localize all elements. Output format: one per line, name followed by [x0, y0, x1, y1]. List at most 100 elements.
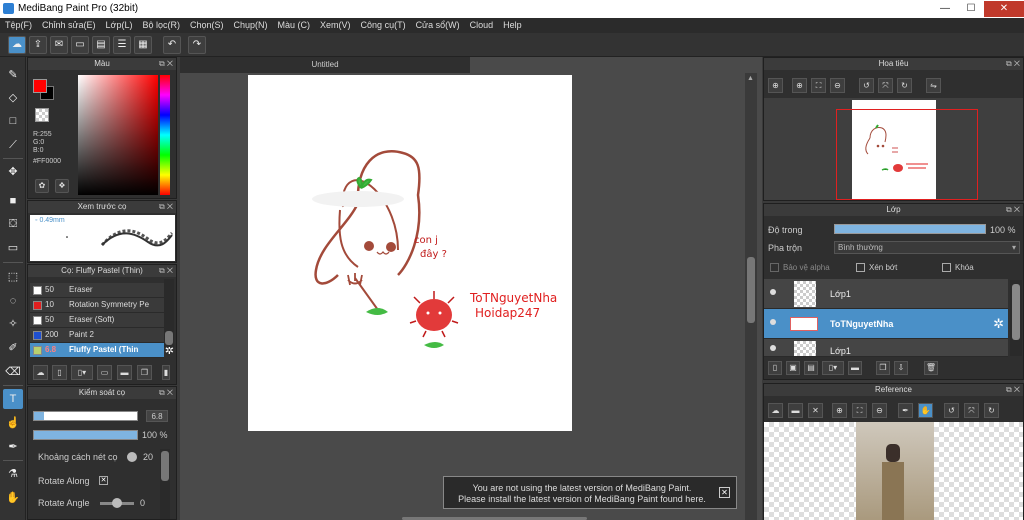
rectangle-tool-icon[interactable]: □	[3, 111, 23, 131]
rotate-angle-knob[interactable]	[112, 498, 122, 508]
fit-icon[interactable]: ⛶	[811, 78, 826, 93]
select-pen-tool-icon[interactable]: ✐	[3, 338, 23, 358]
delete-layer-icon[interactable]: 🗑	[924, 361, 938, 375]
hue-slider[interactable]	[160, 75, 170, 195]
protect-alpha-checkbox[interactable]	[770, 263, 779, 272]
bucket-tool-icon[interactable]: ⛋	[3, 214, 23, 234]
eye-icon[interactable]	[770, 319, 776, 325]
close-window-button[interactable]: ✕	[984, 1, 1024, 17]
color-wheel-icon[interactable]: ✿	[35, 179, 49, 193]
zoom-out-icon[interactable]: ⊖	[830, 78, 845, 93]
transparent-color-swatch[interactable]	[35, 108, 49, 122]
chat-icon[interactable]: ▭	[71, 36, 89, 54]
gear-icon[interactable]: ✲	[993, 316, 1004, 332]
panel-close-icon[interactable]: ⧉ ✕	[1006, 58, 1020, 70]
grid-icon[interactable]: ▦	[134, 36, 152, 54]
brush-cloud-icon[interactable]: ☁	[33, 365, 48, 380]
menu-tools[interactable]: Công cụ(T)	[356, 18, 411, 33]
scroll-up-icon[interactable]: ▲	[747, 75, 754, 82]
zoom-in-icon[interactable]: ⊕	[792, 78, 807, 93]
menu-select[interactable]: Chọn(S)	[185, 18, 229, 33]
reference-view[interactable]	[764, 422, 1023, 520]
copy-icon[interactable]: ❐	[137, 365, 152, 380]
merge-layer-icon[interactable]: ⇩	[894, 361, 908, 375]
zoom-out-icon[interactable]: ⊖	[872, 403, 887, 418]
panel-close-icon[interactable]: ⧉ ✕	[1006, 384, 1020, 396]
fit-icon[interactable]: ⛶	[852, 403, 867, 418]
close-icon[interactable]: ✕	[808, 403, 823, 418]
rotate-right-icon[interactable]: ↻	[984, 403, 999, 418]
hand-icon[interactable]: ✋	[918, 403, 933, 418]
layer-item[interactable]: Lớp1	[764, 339, 1008, 357]
magic-wand-tool-icon[interactable]: ✧	[3, 314, 23, 334]
minimize-button[interactable]: —	[932, 1, 958, 17]
reset-rotation-icon[interactable]: ⤧	[964, 403, 979, 418]
eraser-tool-icon[interactable]: ◇	[3, 88, 23, 108]
document-icon[interactable]: ▤	[92, 36, 110, 54]
add-layer-dropdown-icon[interactable]: ▯▾	[822, 361, 844, 375]
flip-icon[interactable]: ⇋	[926, 78, 941, 93]
menu-file[interactable]: Tệp(F)	[0, 18, 37, 33]
brush-size-slider[interactable]	[33, 411, 138, 421]
undo-icon[interactable]: ↶	[163, 36, 181, 54]
fill-shape-tool-icon[interactable]: ■	[3, 191, 23, 211]
canvas-vertical-scrollbar[interactable]: ▲	[745, 73, 757, 520]
blend-mode-select[interactable]: Bình thường ▾	[834, 241, 1020, 254]
new-1bit-layer-icon[interactable]: ▤	[804, 361, 818, 375]
brush-item[interactable]: 10 Rotation Symmetry Pe	[30, 298, 164, 313]
scrollbar-thumb[interactable]	[161, 451, 169, 481]
folder-icon[interactable]: ▬	[848, 361, 862, 375]
brush-item-selected[interactable]: 6.8 Fluffy Pastel (Thin ✲	[30, 343, 174, 358]
eyedropper-icon[interactable]: ✒	[898, 403, 913, 418]
operation-tool-icon[interactable]: ☝	[3, 413, 23, 433]
brush-control-scrollbar[interactable]	[160, 449, 170, 519]
brush-opacity-slider[interactable]	[33, 430, 138, 440]
lasso-tool-icon[interactable]: ◌	[3, 291, 23, 311]
brush-scroll-handle[interactable]: ▮	[162, 365, 170, 380]
new-halftone-layer-icon[interactable]: ▣	[786, 361, 800, 375]
eye-icon[interactable]	[770, 345, 776, 351]
menu-color[interactable]: Màu (C)	[273, 18, 316, 33]
duplicate-layer-icon[interactable]: ❐	[876, 361, 890, 375]
color-palette-icon[interactable]: ❖	[55, 179, 69, 193]
scrollbar-thumb[interactable]	[747, 257, 755, 323]
layer-item-selected[interactable]: ToTNguyetNha ✲	[764, 309, 1008, 339]
drawing-canvas[interactable]: con j đây ? ToTNguyetNha Hoidap247	[248, 75, 572, 431]
layers-scrollbar[interactable]	[1010, 280, 1022, 356]
share-icon[interactable]: ⇪	[29, 36, 47, 54]
update-notification[interactable]: You are not using the latest version of …	[443, 476, 737, 509]
menu-cloud[interactable]: Cloud	[465, 18, 499, 33]
saturation-value-field[interactable]	[78, 75, 158, 195]
move-tool-icon[interactable]: ✥	[3, 162, 23, 182]
brush-tool-icon[interactable]: ✎	[3, 65, 23, 85]
folder-icon[interactable]: ▬	[117, 365, 132, 380]
maximize-button[interactable]: ☐	[958, 1, 984, 17]
redo-icon[interactable]: ↷	[188, 36, 206, 54]
panel-close-icon[interactable]: ⧉ ✕	[159, 265, 173, 277]
navigator-viewport-rect[interactable]	[836, 109, 978, 200]
reset-rotation-icon[interactable]: ⤧	[878, 78, 893, 93]
spacing-slider-knob[interactable]	[127, 452, 137, 462]
menu-help[interactable]: Help	[498, 18, 527, 33]
notice-close-icon[interactable]: ✕	[719, 487, 730, 498]
select-tool-icon[interactable]: ⬚	[3, 267, 23, 287]
new-layer-icon[interactable]: ▯	[768, 361, 782, 375]
cloud-icon[interactable]: ☁	[768, 403, 783, 418]
list-icon[interactable]: ☰	[113, 36, 131, 54]
lock-checkbox[interactable]	[942, 263, 951, 272]
brush-size-value[interactable]: 6.8	[146, 410, 168, 422]
brush-item[interactable]: 50 Eraser (Soft)	[30, 313, 164, 328]
select-eraser-tool-icon[interactable]: ⌫	[3, 362, 23, 382]
dropper-pen-icon[interactable]: ✒	[3, 437, 23, 457]
panel-close-icon[interactable]: ⧉ ✕	[159, 387, 173, 399]
rotate-left-icon[interactable]: ↺	[944, 403, 959, 418]
panel-close-icon[interactable]: ⧉ ✕	[159, 58, 173, 70]
rotate-left-icon[interactable]: ↺	[859, 78, 874, 93]
brush-item[interactable]: 200 Paint 2	[30, 328, 164, 343]
scrollbar-thumb[interactable]	[1012, 284, 1020, 340]
menu-capture[interactable]: Chụp(N)	[229, 18, 273, 33]
new-brush-icon[interactable]: ▯	[52, 365, 67, 380]
gradient-tool-icon[interactable]: ▭	[3, 238, 23, 258]
add-brush-dropdown-icon[interactable]: ▯▾	[71, 365, 93, 380]
brush-item[interactable]: 50 Eraser	[30, 283, 164, 298]
